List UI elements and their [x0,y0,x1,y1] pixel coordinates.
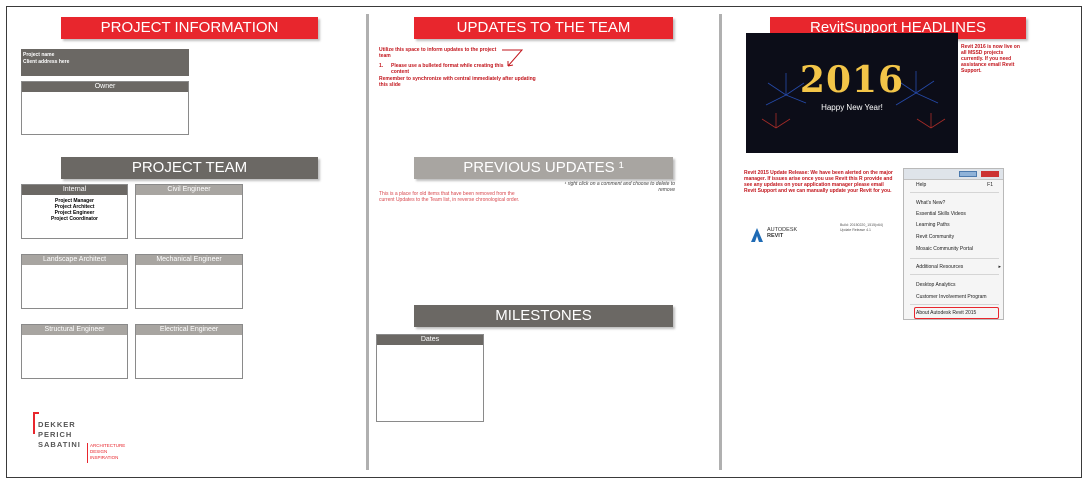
image-caption: Happy New Year! [821,103,883,112]
logo-line-1: DEKKER [38,420,76,429]
client-address-text: Client address here [23,59,70,65]
landscape-architect-box: Landscape Architect [21,254,128,309]
help-dropdown-icon[interactable] [959,171,977,177]
internal-label: Internal [22,185,127,195]
toolbar-close-icon[interactable] [981,171,999,177]
update-note-3: Remember to synchronize with central imm… [379,76,536,88]
logo-tag-3: INSPIRATION [90,455,119,460]
update-note-2: Please use a bulleted format while creat… [391,63,504,75]
menu-separator [910,304,999,305]
menu-separator [910,192,999,193]
owner-box: Owner [21,81,189,135]
menu-item-about-revit[interactable]: About Autodesk Revit 2015 [916,310,976,316]
help-menu: Help F1 What's New? Essential Skills Vid… [903,168,1004,320]
project-team-header: PROJECT TEAM [61,157,318,179]
project-information-header: PROJECT INFORMATION [61,17,318,39]
owner-label: Owner [22,82,188,92]
mechanical-engineer-label: Mechanical Engineer [136,255,242,265]
electrical-engineer-label: Electrical Engineer [136,325,242,335]
menu-item-desktop-analytics[interactable]: Desktop Analytics [916,282,955,288]
updates-header: UPDATES TO THE TEAM [414,17,673,39]
autodesk-revit-logo: AUTODESK REVIT [749,224,809,246]
logo-line-3: SABATINI [38,440,81,449]
logo-line-2: PERICH [38,430,73,439]
menu-toolbar [904,169,1003,180]
mechanical-engineer-box: Mechanical Engineer [135,254,243,309]
column-divider-left [366,14,369,470]
headline-1: Revit 2016 is now live on all MSSD proje… [961,44,1020,74]
update-note-2-number: 1. [379,63,384,69]
submenu-arrow-icon: ▸ [998,264,1001,270]
project-info-block: Project name Client address here [21,49,189,76]
structural-engineer-label: Structural Engineer [22,325,127,335]
milestones-header: MILESTONES [414,305,673,327]
menu-item-additional-resources[interactable]: Additional Resources [916,264,963,270]
new-year-image: 2016 Happy New Year! [746,33,958,153]
project-name-text: Project name [23,52,55,58]
menu-item-help[interactable]: Help [916,182,926,188]
previous-updates-text: This is a place for old items that have … [379,191,520,203]
menu-item-learning-paths[interactable]: Learning Paths [916,222,950,228]
menu-separator [910,274,999,275]
headline-2: Revit 2015 Update Release: We have been … [744,170,893,194]
logo-accent-side [33,412,35,434]
previous-updates-header: PREVIOUS UPDATES ¹ [414,157,673,179]
internal-team-box: Internal Project Manager Project Archite… [21,184,128,239]
previous-updates-footnote: ¹ right click on a comment and choose to… [564,181,675,193]
previous-updates-superscript: ¹ [618,159,624,176]
menu-item-essential-skills[interactable]: Essential Skills Videos [916,211,966,217]
menu-item-mosaic-portal[interactable]: Mosaic Community Portal [916,246,973,252]
update-note-1: Utilize this space to inform updates to … [379,47,497,59]
autodesk-product: REVIT [767,233,784,239]
version-info: Build: 20150220_1515(x64) Update Release… [840,223,884,232]
dates-box: Dates [376,334,484,422]
menu-item-whats-new[interactable]: What's New? [916,200,945,206]
role-project-coordinator: Project Coordinator [51,216,98,222]
menu-item-revit-community[interactable]: Revit Community [916,234,954,240]
logo-divider [87,443,88,463]
electrical-engineer-box: Electrical Engineer [135,324,243,379]
civil-engineer-box: Civil Engineer [135,184,243,239]
landscape-architect-label: Landscape Architect [22,255,127,265]
menu-separator [910,258,999,259]
civil-engineer-label: Civil Engineer [136,185,242,195]
menu-item-customer-involvement[interactable]: Customer Involvement Program [916,294,987,300]
menu-shortcut-f1: F1 [987,182,993,188]
image-year: 2016 [799,59,905,101]
company-logo: DEKKER PERICH SABATINI ARCHITECTURE DESI… [33,412,133,464]
dates-label: Dates [377,335,483,345]
column-divider-right [719,14,722,470]
structural-engineer-box: Structural Engineer [21,324,128,379]
revit-r-icon [751,228,763,242]
previous-updates-title: PREVIOUS UPDATES [463,159,615,176]
